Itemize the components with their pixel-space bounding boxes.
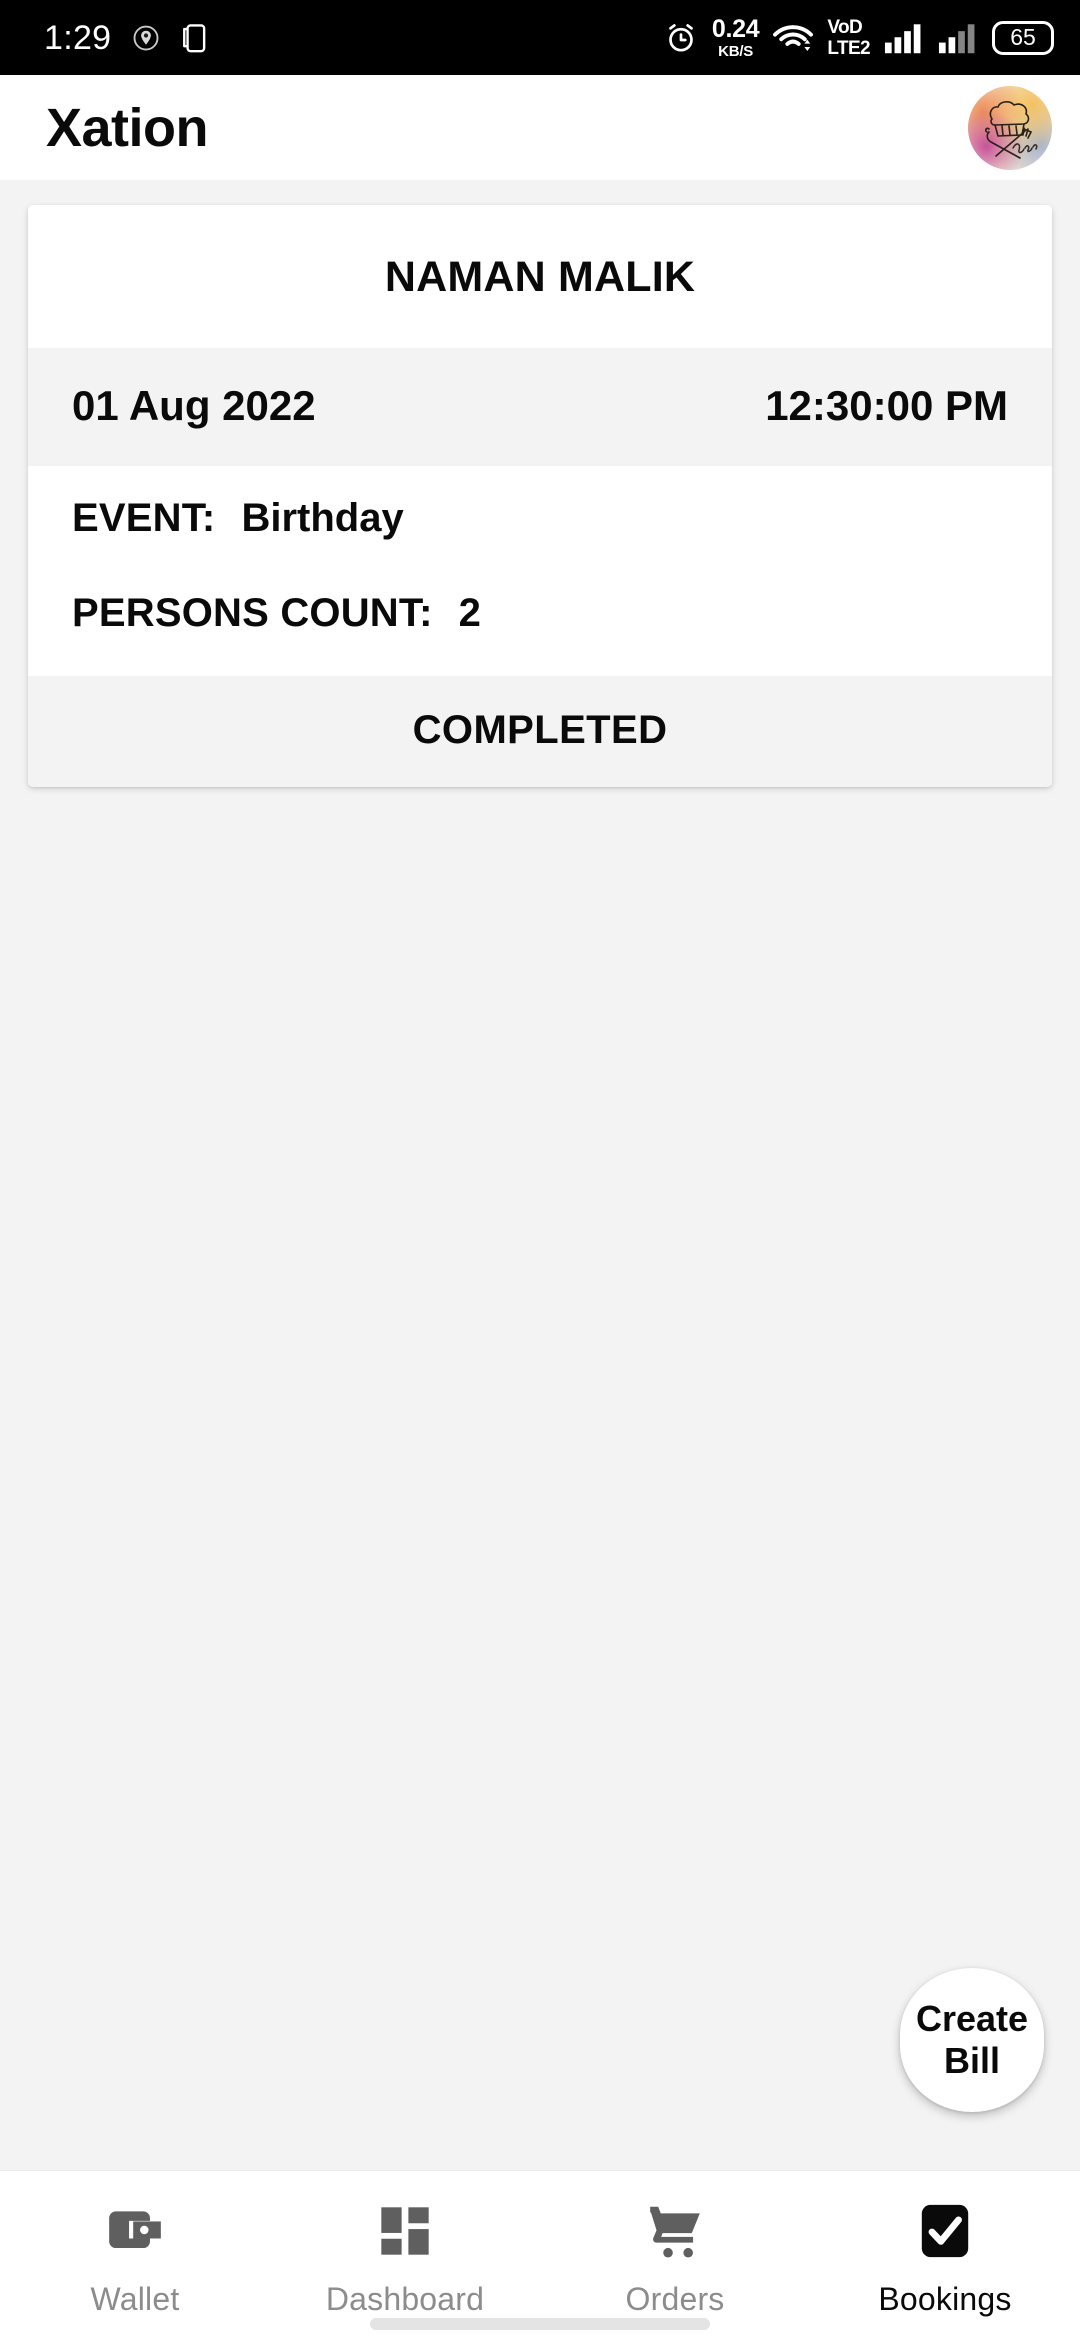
checkmark-icon: [916, 2197, 974, 2265]
volte-line-1: VoD: [827, 16, 863, 38]
network-speed-indicator: 0.24 KB/S: [711, 14, 760, 60]
booking-persons-value: 2: [458, 591, 481, 635]
nav-label-orders: Orders: [625, 2281, 725, 2317]
status-clock: 1:29: [44, 18, 112, 57]
battery-level: 65: [1010, 24, 1036, 50]
booking-persons-row: PERSONS COUNT: 2: [28, 569, 1052, 676]
bottom-navigation-bar: Wallet Dashboard Orders Bookings: [0, 2170, 1080, 2340]
booking-event-value: Birthday: [241, 496, 404, 540]
status-bar-right: 0.24 KB/S VoD LTE2 65: [664, 14, 1054, 60]
shopping-cart-icon: [644, 2197, 706, 2265]
page-title: Xation: [46, 97, 209, 158]
alarm-clock-icon: [664, 21, 698, 55]
battery-indicator: 65: [992, 20, 1054, 55]
booking-time: 12:30:00 PM: [765, 382, 1008, 429]
avatar[interactable]: [968, 85, 1052, 170]
volte-indicator: VoD LTE2: [827, 18, 870, 58]
location-pin-icon: [131, 23, 161, 53]
wifi-icon: [773, 22, 814, 54]
main-content: NAMAN MALIK 01 Aug 2022 12:30:00 PM EVEN…: [0, 180, 1080, 2170]
booking-datetime-row: 01 Aug 2022 12:30:00 PM: [28, 348, 1052, 466]
create-bill-label-line2: Bill: [943, 2040, 1000, 2081]
signal-bars-icon: [938, 22, 978, 54]
status-badge: COMPLETED: [28, 676, 1052, 787]
create-bill-button[interactable]: Create Bill: [900, 1968, 1044, 2112]
network-speed-value: 0.24: [711, 14, 760, 43]
nav-label-dashboard: Dashboard: [325, 2281, 485, 2317]
nav-item-orders[interactable]: Orders: [540, 2197, 810, 2318]
status-bar: 1:29 0.24 KB/S VoD LTE2 65: [0, 0, 1080, 75]
nav-item-dashboard[interactable]: Dashboard: [270, 2197, 540, 2318]
booking-date: 01 Aug 2022: [72, 382, 316, 429]
nav-label-wallet: Wallet: [90, 2281, 180, 2317]
nav-label-bookings: Bookings: [878, 2281, 1012, 2317]
booking-event-label: EVENT:: [72, 496, 216, 540]
status-bar-left: 1:29: [44, 21, 209, 55]
app-bar: Xation: [0, 75, 1080, 180]
booking-event-row: EVENT: Birthday: [28, 466, 1052, 569]
network-speed-unit: KB/S: [718, 42, 754, 60]
gesture-home-indicator[interactable]: [370, 2318, 710, 2330]
nav-item-bookings[interactable]: Bookings: [810, 2197, 1080, 2318]
screenshot-icon: [181, 22, 209, 54]
create-bill-label-line1: Create: [915, 1998, 1029, 2040]
volte-line-2: LTE2: [827, 37, 870, 59]
dashboard-grid-icon: [376, 2197, 434, 2265]
chef-hat-logo-icon: [984, 100, 1038, 159]
booking-card[interactable]: NAMAN MALIK 01 Aug 2022 12:30:00 PM EVEN…: [28, 205, 1052, 787]
wallet-icon: [104, 2197, 166, 2265]
nav-item-wallet[interactable]: Wallet: [0, 2197, 270, 2318]
booking-persons-label: PERSONS COUNT:: [72, 591, 433, 635]
signal-bars-icon: [884, 22, 924, 54]
booking-customer-name: NAMAN MALIK: [28, 205, 1052, 348]
phone-screen: 1:29 0.24 KB/S VoD LTE2 65 Xation NAMAN …: [0, 0, 1080, 2340]
